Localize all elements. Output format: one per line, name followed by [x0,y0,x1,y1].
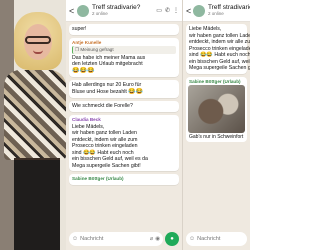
chat-subtitle: 2 online [207,11,224,16]
message-text: super! [72,26,87,32]
message-text: Mega supergeile Sachen gibt! [189,65,250,71]
message-text: sind 😂😂 Habt euch noch [189,52,250,58]
quoted-reply[interactable]: ❐ Meinung gefragt [72,46,176,54]
message-bubble[interactable]: Hab allerdings nur 20 Euro für Bluse und… [69,80,179,99]
chat-header: < Treff stradivarie? 2 online ▭ ✆ ⋮ [66,0,182,22]
message-sender[interactable]: Antje Kunelle [72,40,176,46]
chat-panel-right: < Treff stradivarie? 2 online Liebe Mäde… [182,0,250,250]
back-arrow-icon[interactable]: < [69,6,77,16]
message-input-bar: ☺ ⌀ ◉ ● [66,228,182,250]
message-bubble[interactable]: Claudia Beck Liebe Mädels, wir haben gan… [69,114,179,172]
message-input[interactable] [197,236,244,242]
mic-icon: ● [170,236,174,242]
emoji-icon[interactable]: ☺ [189,236,195,242]
chat-header: < Treff stradivarie? 2 online [183,0,250,22]
message-sender[interactable]: Sabine Böttger (Urlaub) [189,79,244,84]
message-list[interactable]: Liebe Mädels, wir haben ganz tollen Lade… [183,22,250,228]
glasses [25,36,51,44]
message-list[interactable]: super! Antje Kunelle ❐ Meinung gefragt D… [66,22,182,228]
shared-photo[interactable] [188,84,245,133]
trousers [14,160,60,250]
message-text: entdeckt, indem wir alle zum [189,39,250,45]
message-bubble[interactable]: Liebe Mädels, wir haben ganz tollen Lade… [186,24,250,74]
message-bubble[interactable]: Sabine Böttger (Urlaub) [69,174,179,185]
more-icon[interactable]: ⋮ [173,7,179,14]
message-bubble[interactable]: super! [69,24,179,35]
group-avatar[interactable] [192,4,205,17]
message-sender[interactable]: Claudia Beck [72,117,176,123]
blouse [4,70,66,160]
image-caption: Gab's nur in Schweinfort [189,133,244,140]
message-text: Mega supergeile Sachen gibt! [72,162,141,169]
back-arrow-icon[interactable]: < [186,6,193,16]
message-text: Wie schmeckt die Forelle? [72,103,133,110]
message-input-box[interactable]: ☺ [186,232,247,246]
mic-button[interactable]: ● [165,232,179,246]
message-input[interactable] [80,236,148,242]
message-text: Bluse und Hose bezahlt 😂😂 [72,88,144,95]
video-icon[interactable]: ▭ [156,7,162,14]
message-emoji: 😂😂😂 [72,67,95,74]
chat-panel-middle: < Treff stradivarie? 2 online ▭ ✆ ⋮ supe… [66,0,182,250]
group-avatar[interactable] [77,4,89,17]
message-sender[interactable]: Sabine Böttger (Urlaub) [72,176,176,182]
phone-icon[interactable]: ✆ [165,7,170,14]
emoji-icon[interactable]: ☺ [72,236,78,242]
camera-icon[interactable]: ◉ [155,236,160,242]
person-photo [0,0,66,250]
message-bubble[interactable]: Wie schmeckt die Forelle? [69,101,179,112]
message-bubble[interactable]: Antje Kunelle ❐ Meinung gefragt Das habe… [69,37,179,78]
chat-subtitle: 2 online [92,11,108,16]
message-input-bar: ☺ [183,228,250,250]
reply-text: Meinung gefragt [80,47,114,53]
image-message[interactable]: Sabine Böttger (Urlaub) Gab's nur in Sch… [186,76,247,142]
attach-icon[interactable]: ⌀ [150,236,153,242]
message-input-box[interactable]: ☺ ⌀ ◉ [69,232,163,246]
